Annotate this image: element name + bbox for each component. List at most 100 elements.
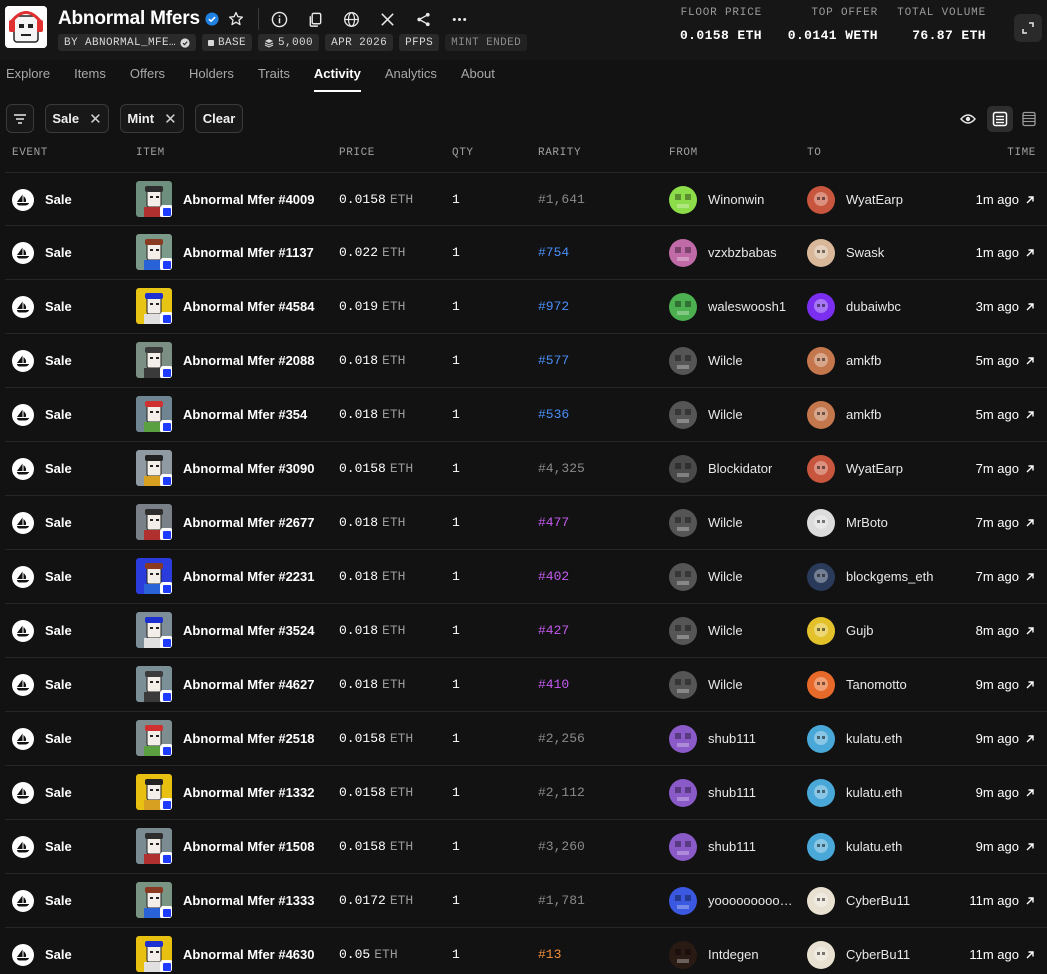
from-address[interactable]: vzxbzbabas bbox=[708, 245, 777, 260]
event-time[interactable]: 3m ago bbox=[976, 299, 1035, 314]
nft-thumbnail[interactable] bbox=[136, 450, 172, 486]
item-name[interactable]: Abnormal Mfer #2518 bbox=[183, 731, 315, 746]
to-avatar[interactable] bbox=[807, 563, 835, 591]
from-address[interactable]: Blockidator bbox=[708, 461, 772, 476]
eye-icon[interactable] bbox=[957, 108, 979, 130]
from-address[interactable]: Wilcle bbox=[708, 677, 743, 692]
to-avatar[interactable] bbox=[807, 833, 835, 861]
nft-thumbnail[interactable] bbox=[136, 181, 172, 217]
x-logo-icon[interactable] bbox=[379, 10, 397, 28]
event-time[interactable]: 9m ago bbox=[976, 677, 1035, 692]
table-row[interactable]: Sale Abnormal Mfer #354 0.018 ETH 1 #536 … bbox=[5, 388, 1047, 442]
nft-thumbnail[interactable] bbox=[136, 774, 172, 810]
nft-thumbnail[interactable] bbox=[136, 882, 172, 918]
nft-thumbnail[interactable] bbox=[136, 612, 172, 648]
from-avatar[interactable] bbox=[669, 347, 697, 375]
tab-explore[interactable]: Explore bbox=[6, 66, 50, 92]
creator-badge[interactable]: BY ABNORMAL_MFE… bbox=[58, 34, 197, 51]
collection-logo[interactable] bbox=[5, 6, 47, 48]
filter-chip-sale[interactable]: Sale ✕ bbox=[45, 104, 109, 133]
nft-thumbnail[interactable] bbox=[136, 558, 172, 594]
to-avatar[interactable] bbox=[807, 455, 835, 483]
table-row[interactable]: Sale Abnormal Mfer #1332 0.0158 ETH 1 #2,… bbox=[5, 766, 1047, 820]
nft-thumbnail[interactable] bbox=[136, 504, 172, 540]
to-avatar[interactable] bbox=[807, 401, 835, 429]
from-address[interactable]: Wilcle bbox=[708, 569, 743, 584]
item-name[interactable]: Abnormal Mfer #1137 bbox=[183, 245, 314, 260]
tab-items[interactable]: Items bbox=[74, 66, 106, 92]
filter-toggle-button[interactable] bbox=[6, 104, 34, 133]
from-avatar[interactable] bbox=[669, 293, 697, 321]
from-address[interactable]: shub111 bbox=[708, 785, 756, 800]
event-time[interactable]: 7m ago bbox=[976, 461, 1035, 476]
tab-analytics[interactable]: Analytics bbox=[385, 66, 437, 92]
nft-thumbnail[interactable] bbox=[136, 234, 172, 270]
event-time[interactable]: 7m ago bbox=[976, 569, 1035, 584]
from-avatar[interactable] bbox=[669, 671, 697, 699]
from-address[interactable]: waleswoosh1 bbox=[708, 299, 786, 314]
more-icon[interactable] bbox=[451, 10, 469, 28]
table-row[interactable]: Sale Abnormal Mfer #2088 0.018 ETH 1 #577… bbox=[5, 334, 1047, 388]
item-name[interactable]: Abnormal Mfer #4009 bbox=[183, 192, 315, 207]
item-name[interactable]: Abnormal Mfer #354 bbox=[183, 407, 307, 422]
table-row[interactable]: Sale Abnormal Mfer #3524 0.018 ETH 1 #427… bbox=[5, 604, 1047, 658]
header-rarity[interactable]: RARITY bbox=[538, 147, 581, 159]
header-from[interactable]: FROM bbox=[669, 147, 698, 159]
event-time[interactable]: 11m ago bbox=[969, 893, 1035, 908]
item-name[interactable]: Abnormal Mfer #1333 bbox=[183, 893, 315, 908]
from-address[interactable]: Wilcle bbox=[708, 407, 743, 422]
to-address[interactable]: amkfb bbox=[846, 407, 881, 422]
to-avatar[interactable] bbox=[807, 186, 835, 214]
nft-thumbnail[interactable] bbox=[136, 720, 172, 756]
to-address[interactable]: Swask bbox=[846, 245, 884, 260]
from-avatar[interactable] bbox=[669, 186, 697, 214]
table-row[interactable]: Sale Abnormal Mfer #2518 0.0158 ETH 1 #2,… bbox=[5, 712, 1047, 766]
item-name[interactable]: Abnormal Mfer #4627 bbox=[183, 677, 315, 692]
nft-thumbnail[interactable] bbox=[136, 936, 172, 972]
close-icon[interactable]: ✕ bbox=[89, 110, 102, 128]
from-avatar[interactable] bbox=[669, 725, 697, 753]
star-icon[interactable] bbox=[228, 11, 244, 27]
nft-thumbnail[interactable] bbox=[136, 396, 172, 432]
from-avatar[interactable] bbox=[669, 239, 697, 267]
item-name[interactable]: Abnormal Mfer #3090 bbox=[183, 461, 315, 476]
tab-about[interactable]: About bbox=[461, 66, 495, 92]
header-price[interactable]: PRICE bbox=[339, 147, 375, 159]
table-row[interactable]: Sale Abnormal Mfer #4009 0.0158 ETH 1 #1,… bbox=[5, 172, 1047, 226]
event-time[interactable]: 7m ago bbox=[976, 515, 1035, 530]
nft-thumbnail[interactable] bbox=[136, 828, 172, 864]
to-address[interactable]: kulatu.eth bbox=[846, 839, 902, 854]
table-row[interactable]: Sale Abnormal Mfer #4627 0.018 ETH 1 #410… bbox=[5, 658, 1047, 712]
nft-thumbnail[interactable] bbox=[136, 288, 172, 324]
to-address[interactable]: dubaiwbc bbox=[846, 299, 901, 314]
from-avatar[interactable] bbox=[669, 455, 697, 483]
to-avatar[interactable] bbox=[807, 509, 835, 537]
to-avatar[interactable] bbox=[807, 617, 835, 645]
to-avatar[interactable] bbox=[807, 887, 835, 915]
event-time[interactable]: 1m ago bbox=[976, 245, 1035, 260]
nft-thumbnail[interactable] bbox=[136, 666, 172, 702]
item-name[interactable]: Abnormal Mfer #4630 bbox=[183, 947, 315, 962]
item-name[interactable]: Abnormal Mfer #2088 bbox=[183, 353, 315, 368]
item-name[interactable]: Abnormal Mfer #3524 bbox=[183, 623, 315, 638]
event-time[interactable]: 5m ago bbox=[976, 407, 1035, 422]
event-time[interactable]: 11m ago bbox=[969, 947, 1035, 962]
from-avatar[interactable] bbox=[669, 941, 697, 969]
from-avatar[interactable] bbox=[669, 617, 697, 645]
list-view-icon[interactable] bbox=[987, 106, 1013, 132]
table-row[interactable]: Sale Abnormal Mfer #1333 0.0172 ETH 1 #1,… bbox=[5, 874, 1047, 928]
to-address[interactable]: MrBoto bbox=[846, 515, 888, 530]
tab-holders[interactable]: Holders bbox=[189, 66, 234, 92]
table-view-icon[interactable] bbox=[1018, 108, 1040, 130]
item-name[interactable]: Abnormal Mfer #2231 bbox=[183, 569, 315, 584]
globe-icon[interactable] bbox=[343, 10, 361, 28]
to-address[interactable]: Gujb bbox=[846, 623, 873, 638]
to-avatar[interactable] bbox=[807, 293, 835, 321]
table-row[interactable]: Sale Abnormal Mfer #2677 0.018 ETH 1 #477… bbox=[5, 496, 1047, 550]
from-avatar[interactable] bbox=[669, 509, 697, 537]
expand-button[interactable] bbox=[1014, 14, 1042, 42]
header-to[interactable]: TO bbox=[807, 147, 821, 159]
to-avatar[interactable] bbox=[807, 779, 835, 807]
from-avatar[interactable] bbox=[669, 833, 697, 861]
from-address[interactable]: Wilcle bbox=[708, 515, 743, 530]
